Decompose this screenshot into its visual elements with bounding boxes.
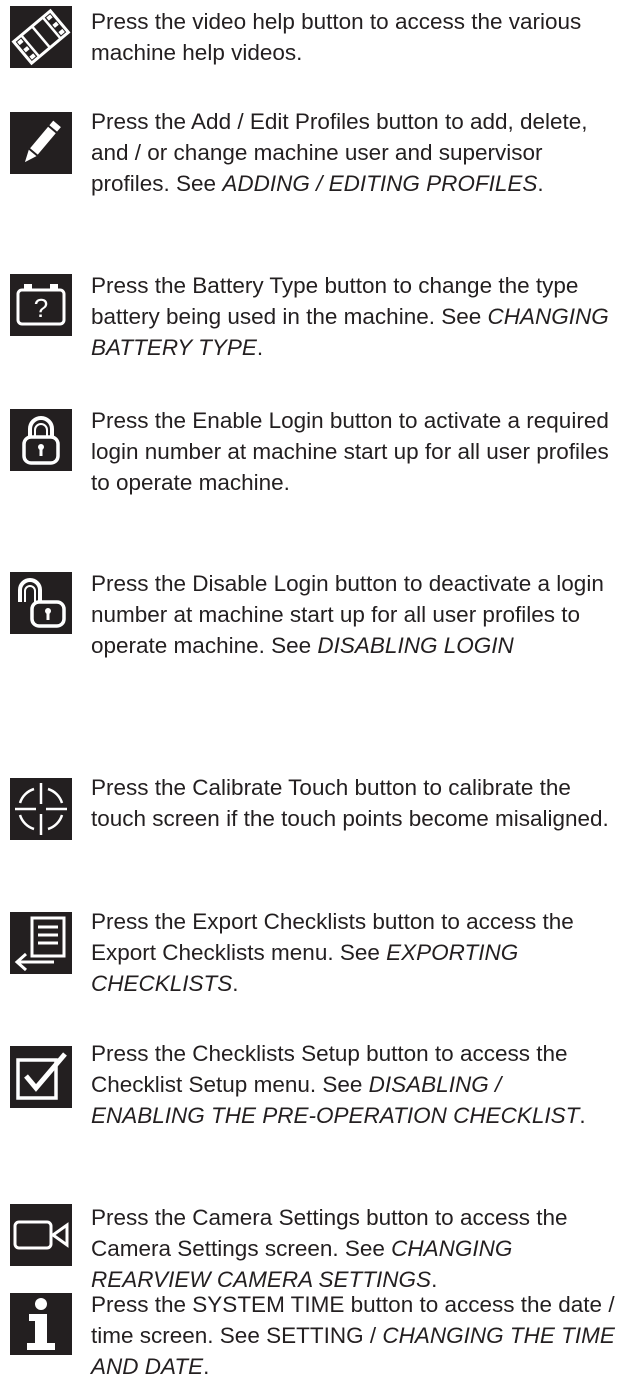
svg-text:?: ?: [34, 293, 48, 323]
help-entry-text: Press the Calibrate Touch button to cali…: [91, 775, 609, 831]
help-entry-text: Press the Disable Login button to deacti…: [91, 571, 604, 658]
battery-question-icon: ?: [10, 274, 72, 336]
help-entry-text: Press the Add / Edit Profiles button to …: [91, 109, 588, 196]
film-strip-icon: [10, 6, 72, 68]
help-entry-text: Press the Checklists Setup button to acc…: [91, 1041, 586, 1128]
lock-open-icon: [10, 572, 72, 634]
checkbox-checked-icon: [10, 1046, 72, 1108]
lock-closed-icon: [10, 409, 72, 471]
help-buttons-page: { "entries": [ { "icon": "film-strip-ico…: [0, 0, 623, 1383]
export-list-icon: [10, 912, 72, 974]
info-icon: [10, 1293, 72, 1355]
help-entry-text: Press the video help button to access th…: [91, 9, 582, 65]
camera-icon: [10, 1204, 72, 1266]
help-entry-text: Press the Enable Login button to activat…: [91, 408, 609, 495]
help-entry-text: Press the Camera Settings button to acce…: [91, 1205, 568, 1292]
help-entry-text: Press the Battery Type button to change …: [91, 273, 609, 360]
pencil-icon: [10, 112, 72, 174]
help-entry-text: Press the SYSTEM TIME button to access t…: [91, 1292, 615, 1379]
help-entry-text: Press the Export Checklists button to ac…: [91, 909, 574, 996]
crosshair-icon: [10, 778, 72, 840]
